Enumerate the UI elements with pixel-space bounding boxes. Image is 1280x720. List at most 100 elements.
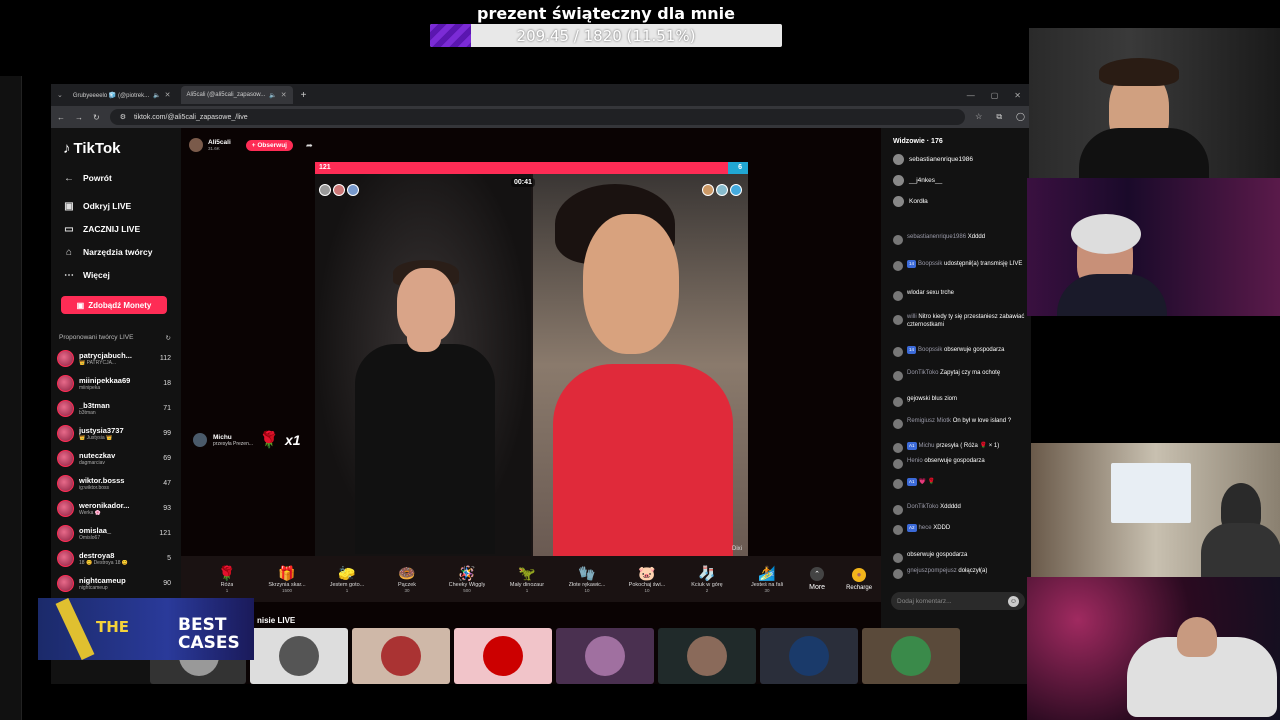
chat-avatar[interactable] (893, 479, 903, 489)
chat-username[interactable]: sebastianenrique1986 (907, 234, 966, 240)
tab-ali5cali[interactable]: Ali5cali (@ali5cali_zapasow... 🔈 ✕ (180, 86, 293, 104)
suggested-creator[interactable]: wiktor.bosss ig:wiktor.boss 47 (57, 471, 171, 495)
chat-avatar[interactable] (893, 397, 903, 407)
chat-avatar[interactable] (893, 235, 903, 245)
chat-avatar[interactable] (893, 347, 903, 357)
comment-input[interactable]: Dodaj komentarz... ☺ (891, 592, 1025, 610)
gift-item[interactable]: 🏄 Jesteś na fali 30 (737, 565, 797, 593)
chat-avatar[interactable] (893, 291, 903, 301)
chat-avatar[interactable] (893, 419, 903, 429)
chat-avatar[interactable] (893, 525, 903, 535)
live-video[interactable]: 121 6 00:41 Dixi (315, 162, 748, 556)
supporter-avatar[interactable] (730, 184, 742, 196)
creator-nickname: miinipeka (79, 384, 101, 391)
suggested-creator[interactable]: nuteczkav dagmarciav 69 (57, 446, 171, 470)
reload-icon[interactable]: ↻ (93, 113, 100, 122)
supporter-avatar[interactable] (702, 184, 714, 196)
live-thumbnail[interactable] (658, 628, 756, 684)
get-coins-button[interactable]: ▣ Zdobądź Monety (61, 296, 167, 314)
site-info-icon[interactable]: ⚙ (120, 113, 126, 121)
tab-search-icon[interactable]: ⌄ (57, 91, 63, 99)
chat-username[interactable]: hece (919, 525, 932, 531)
suggested-creator[interactable]: nightcameup nightcameup 90 (57, 571, 171, 595)
live-thumbnail[interactable] (352, 628, 450, 684)
supporter-avatar[interactable] (347, 184, 359, 196)
suggested-creator[interactable]: _b3tman b3tman 71 (57, 396, 171, 420)
gift-item[interactable]: 🧦 Kciuk w górę 2 (677, 565, 737, 593)
extensions-icon[interactable]: ⧉ (996, 112, 1002, 122)
forward-icon[interactable]: → (75, 113, 83, 122)
live-thumbnail[interactable] (454, 628, 552, 684)
chat-avatar[interactable] (893, 553, 903, 563)
gift-item[interactable]: 🐷 Pokochaj świ... 10 (617, 565, 677, 593)
top-viewer[interactable]: __j4nkes__ (893, 175, 942, 186)
gift-item[interactable]: 🍩 Pączek 30 (377, 565, 437, 593)
gift-notification: Michu przesyła Prezen... 🌹 x1 (193, 430, 301, 450)
gift-item[interactable]: 🪅 Cheeky Wiggly 500 (437, 565, 497, 593)
chat-username[interactable]: Henio (907, 458, 923, 464)
gift-item[interactable]: 🦖 Mały dinozaur 1 (497, 565, 557, 593)
suggested-creator[interactable]: weronikador... Werka 🌸 93 (57, 496, 171, 520)
back-icon[interactable]: ← (57, 113, 65, 122)
suggested-creator[interactable]: miinipekkaa69 miinipeka 18 (57, 371, 171, 395)
suggested-creator[interactable]: destroya8 18 😊 Destroya 18 😊 5 (57, 546, 171, 570)
chat-avatar[interactable] (893, 459, 903, 469)
gift-item[interactable]: 🌹 Róża 1 (197, 565, 257, 593)
top-viewer[interactable]: Kordła (893, 196, 928, 207)
live-thumbnail[interactable] (556, 628, 654, 684)
smile-icon[interactable]: ☺ (1008, 595, 1019, 607)
follow-button[interactable]: + Obserwuj (245, 139, 293, 151)
more-gifts-button[interactable]: ⌃ More (797, 567, 837, 591)
live-thumbnail[interactable] (862, 628, 960, 684)
chat-username[interactable]: Boopssik (918, 347, 942, 353)
chat-avatar[interactable] (893, 443, 903, 453)
chat-username[interactable]: gnejuszpompejusz (907, 568, 957, 574)
chat-avatar[interactable] (893, 315, 903, 325)
chat-avatar[interactable] (893, 505, 903, 515)
top-viewer[interactable]: sebastianenrique1986 (893, 154, 973, 165)
suggested-creator[interactable]: justysia3737 👑 Justysia 👑 99 (57, 421, 171, 445)
chat-username[interactable]: DonTikToko (907, 370, 938, 376)
close-window-icon[interactable]: ✕ (1014, 91, 1021, 100)
refresh-icon[interactable]: ↻ (166, 334, 171, 342)
chat-username[interactable]: DonTikToko (907, 504, 938, 510)
maximize-icon[interactable]: ▢ (991, 91, 999, 100)
back-link[interactable]: ← Powrót (63, 172, 112, 184)
gift-item[interactable]: 🎁 Skrzynia skar... 1500 (257, 565, 317, 593)
nav-creator-tools[interactable]: ⌂ Narzędzia twórcy (63, 246, 152, 258)
chat-avatar[interactable] (893, 261, 903, 271)
close-tab-icon[interactable]: ✕ (165, 91, 171, 99)
live-thumbnail[interactable] (250, 628, 348, 684)
minimize-icon[interactable]: — (967, 91, 975, 100)
chat-text: Xdddd (967, 234, 986, 240)
bookmark-star-icon[interactable]: ☆ (975, 112, 982, 122)
new-tab-button[interactable]: + (297, 90, 311, 101)
chat-avatar[interactable] (893, 371, 903, 381)
suggested-creator[interactable]: patrycjabuch... 👑 PATRYCJA... 112 (57, 346, 171, 370)
chat-username[interactable]: Michu (919, 443, 935, 449)
nav-discover-live[interactable]: ▣ Odkryj LIVE (63, 200, 131, 212)
share-icon[interactable]: ➦ (306, 141, 313, 150)
recharge-button[interactable]: ● Recharge (837, 567, 881, 591)
gift-item[interactable]: 🧤 Złote rękawic... 10 (557, 565, 617, 593)
chat-username[interactable]: Boopssik (918, 261, 942, 267)
chat-avatar[interactable] (893, 569, 903, 579)
profile-icon[interactable]: ◯ (1016, 112, 1025, 122)
supporter-avatar[interactable] (319, 184, 331, 196)
chat-username[interactable]: Remigiusz Miotk (907, 418, 951, 424)
close-tab-icon[interactable]: ✕ (281, 91, 287, 99)
live-thumbnail[interactable] (760, 628, 858, 684)
tab-grubyeeeelo[interactable]: Grubyeeeelo 🧊 (@piotrek... 🔈 ✕ (67, 86, 177, 104)
chat-username[interactable]: willi (907, 314, 917, 320)
tab-label: Ali5cali (@ali5cali_zapasow... (186, 92, 266, 98)
host-name[interactable]: Ali5cali (208, 139, 231, 146)
nav-more[interactable]: ⋯ Więcej (63, 269, 110, 281)
gift-item[interactable]: 🧽 Jestem goto... 1 (317, 565, 377, 593)
url-field[interactable]: ⚙ tiktok.com/@ali5cali_zapasowe_/live (109, 109, 966, 125)
suggested-creator[interactable]: omislaa_ Omislo67 121 (57, 521, 171, 545)
host-avatar[interactable] (189, 138, 203, 152)
tiktok-logo[interactable]: ♪ TikTok (63, 140, 120, 157)
nav-start-live[interactable]: ▭ ZACZNIJ LIVE (63, 223, 140, 235)
supporter-avatar[interactable] (333, 184, 345, 196)
supporter-avatar[interactable] (716, 184, 728, 196)
